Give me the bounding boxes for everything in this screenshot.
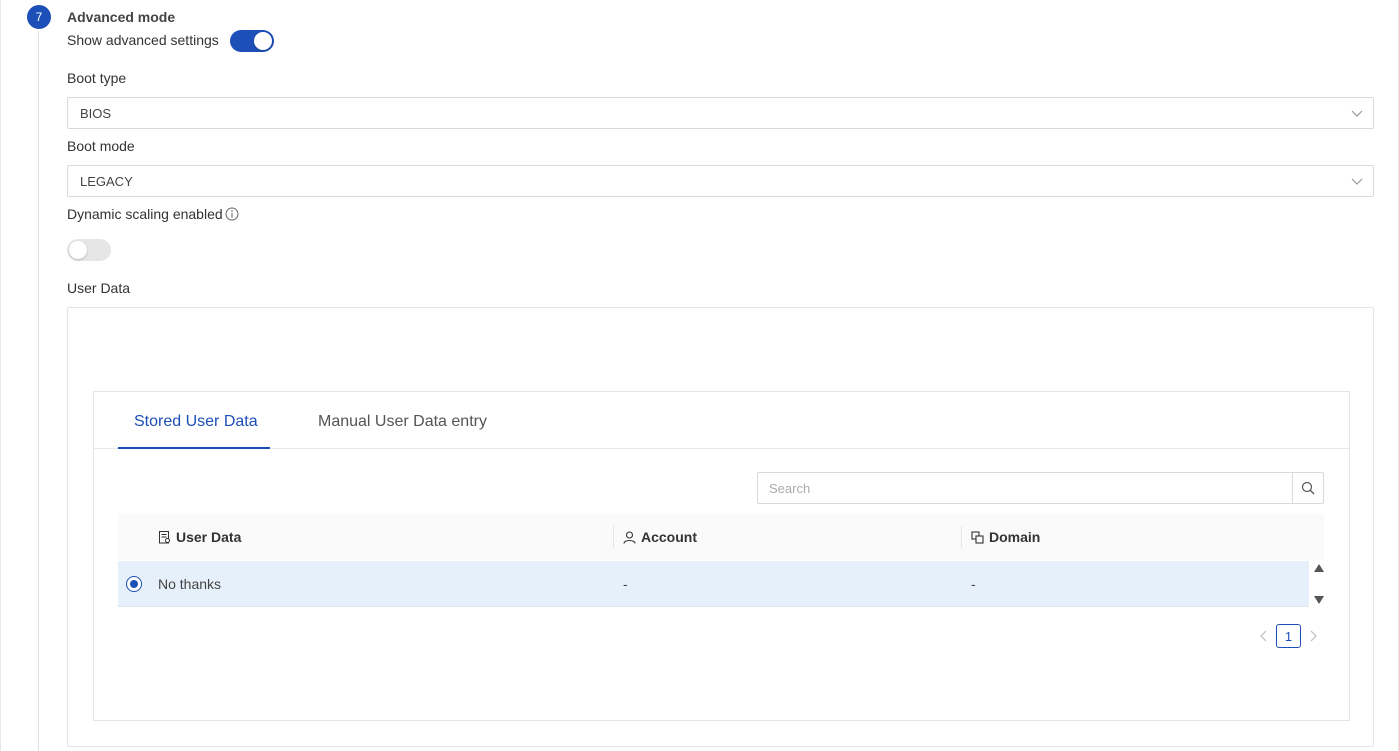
column-header-domain[interactable]: Domain xyxy=(971,514,1040,560)
dynamic-scaling-label-row: Dynamic scaling enabled xyxy=(67,206,239,222)
wizard-panel: 7 Advanced mode Show advanced settings B… xyxy=(0,0,1399,751)
chevron-right-icon xyxy=(1310,630,1317,642)
chevron-down-icon xyxy=(1351,110,1363,117)
dynamic-scaling-label: Dynamic scaling enabled xyxy=(67,206,223,222)
caret-up-icon xyxy=(1314,564,1324,572)
info-icon[interactable] xyxy=(225,207,239,221)
column-divider xyxy=(961,526,962,548)
search-button[interactable] xyxy=(1292,473,1323,503)
cell-account: - xyxy=(623,576,628,592)
caret-down-icon xyxy=(1314,596,1324,604)
scroll-up-button[interactable] xyxy=(1313,562,1325,574)
pagination-page-current[interactable]: 1 xyxy=(1276,624,1301,648)
boot-type-label: Boot type xyxy=(67,70,127,86)
user-icon xyxy=(623,530,636,544)
boot-type-value: BIOS xyxy=(80,105,112,121)
boot-mode-value: LEGACY xyxy=(80,173,133,189)
document-icon xyxy=(159,530,170,543)
dynamic-scaling-toggle[interactable] xyxy=(67,239,111,261)
step-connector-line xyxy=(38,31,39,751)
domain-icon xyxy=(971,530,984,544)
step-title: Advanced mode xyxy=(67,9,176,25)
search-box xyxy=(757,472,1324,504)
search-input[interactable] xyxy=(758,473,1293,503)
table-header: User Data Account Domain xyxy=(118,514,1324,560)
boot-mode-label: Boot mode xyxy=(67,138,135,154)
cell-domain: - xyxy=(971,576,976,592)
boot-type-select[interactable]: BIOS xyxy=(67,97,1374,129)
user-data-card: Stored User Data Manual User Data entry xyxy=(93,391,1350,721)
table-row[interactable]: No thanks - - xyxy=(118,561,1309,607)
tab-manual-user-data-entry[interactable]: Manual User Data entry xyxy=(318,413,487,431)
scroll-down-button[interactable] xyxy=(1313,594,1325,606)
search-icon xyxy=(1301,481,1315,495)
user-data-container: Stored User Data Manual User Data entry xyxy=(67,307,1374,747)
show-advanced-toggle[interactable] xyxy=(230,30,274,52)
user-data-tabs: Stored User Data Manual User Data entry xyxy=(94,392,1349,449)
tab-stored-user-data[interactable]: Stored User Data xyxy=(134,413,258,431)
step-number-badge: 7 xyxy=(27,5,51,29)
toggle-knob xyxy=(69,241,87,259)
column-header-account[interactable]: Account xyxy=(623,514,697,560)
row-radio-selected[interactable] xyxy=(126,576,142,592)
chevron-left-icon xyxy=(1260,630,1267,642)
show-advanced-label: Show advanced settings xyxy=(67,32,219,48)
cell-user-data: No thanks xyxy=(158,576,222,592)
pagination-next[interactable] xyxy=(1305,624,1321,648)
pagination-prev[interactable] xyxy=(1256,624,1272,648)
column-header-user-data[interactable]: User Data xyxy=(158,514,241,560)
boot-mode-select[interactable]: LEGACY xyxy=(67,165,1374,197)
active-tab-indicator xyxy=(118,447,270,449)
toggle-knob xyxy=(254,32,272,50)
chevron-down-icon xyxy=(1351,178,1363,185)
user-data-label: User Data xyxy=(67,280,131,296)
column-divider xyxy=(613,526,614,548)
